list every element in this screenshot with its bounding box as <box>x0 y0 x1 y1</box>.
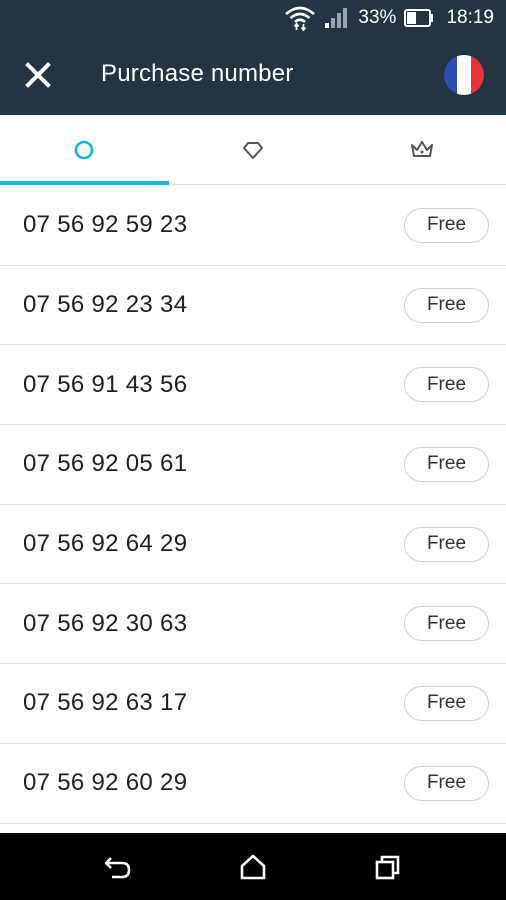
price-badge[interactable]: Free <box>404 765 489 801</box>
crown-icon <box>410 140 433 157</box>
price-badge[interactable]: Free <box>404 207 489 243</box>
back-button[interactable] <box>98 847 138 887</box>
battery-icon <box>404 8 434 27</box>
phone-number: 07 56 92 60 29 <box>23 769 188 797</box>
recents-icon <box>376 855 400 879</box>
page-title: Purchase number <box>101 60 294 87</box>
number-list: 07 56 92 59 23 Free 07 56 92 23 34 Free … <box>0 186 506 824</box>
phone-number: 07 56 92 30 63 <box>23 609 188 637</box>
home-button[interactable] <box>233 847 273 887</box>
tab-bar <box>0 115 506 185</box>
navigation-bar <box>0 833 506 900</box>
clock: 18:19 <box>446 6 494 28</box>
list-item[interactable]: 07 56 92 63 17 Free <box>0 664 506 744</box>
list-item[interactable]: 07 56 92 64 29 Free <box>0 505 506 585</box>
phone-number: 07 56 92 59 23 <box>23 211 188 239</box>
price-badge[interactable]: Free <box>404 287 489 323</box>
tab-standard[interactable] <box>0 115 169 185</box>
close-icon <box>25 62 51 88</box>
tab-premium[interactable] <box>169 115 338 184</box>
list-item[interactable]: 07 56 92 59 23 Free <box>0 186 506 266</box>
back-icon <box>104 856 130 878</box>
close-button[interactable] <box>18 55 58 95</box>
price-badge[interactable]: Free <box>404 685 489 721</box>
battery-percent: 33% <box>358 6 397 28</box>
phone-number: 07 56 91 43 56 <box>23 370 188 398</box>
price-badge[interactable]: Free <box>404 446 489 482</box>
app-bar: Purchase number <box>0 35 506 115</box>
home-icon <box>240 854 266 879</box>
france-flag-icon <box>444 55 458 95</box>
phone-number: 07 56 92 05 61 <box>23 450 188 478</box>
wifi-icon <box>284 5 316 31</box>
list-item[interactable]: 07 56 92 60 29 Free <box>0 744 506 824</box>
country-flag-button[interactable] <box>444 55 484 95</box>
diamond-icon <box>243 141 263 159</box>
phone-number: 07 56 92 64 29 <box>23 530 188 558</box>
recents-button[interactable] <box>368 847 408 887</box>
list-item[interactable]: 07 56 92 23 34 Free <box>0 266 506 346</box>
list-item[interactable]: 07 56 92 05 61 Free <box>0 425 506 505</box>
phone-number: 07 56 92 23 34 <box>23 291 188 319</box>
signal-icon <box>324 7 350 29</box>
tab-gold[interactable] <box>337 115 506 184</box>
list-item[interactable]: 07 56 91 43 56 Free <box>0 345 506 426</box>
circle-icon <box>75 140 94 159</box>
phone-number: 07 56 92 63 17 <box>23 689 188 717</box>
price-badge[interactable]: Free <box>404 606 489 642</box>
price-badge[interactable]: Free <box>404 526 489 562</box>
price-badge[interactable]: Free <box>404 367 489 403</box>
status-bar: 33% 18:19 <box>0 0 506 35</box>
list-item[interactable]: 07 56 92 30 63 Free <box>0 584 506 665</box>
